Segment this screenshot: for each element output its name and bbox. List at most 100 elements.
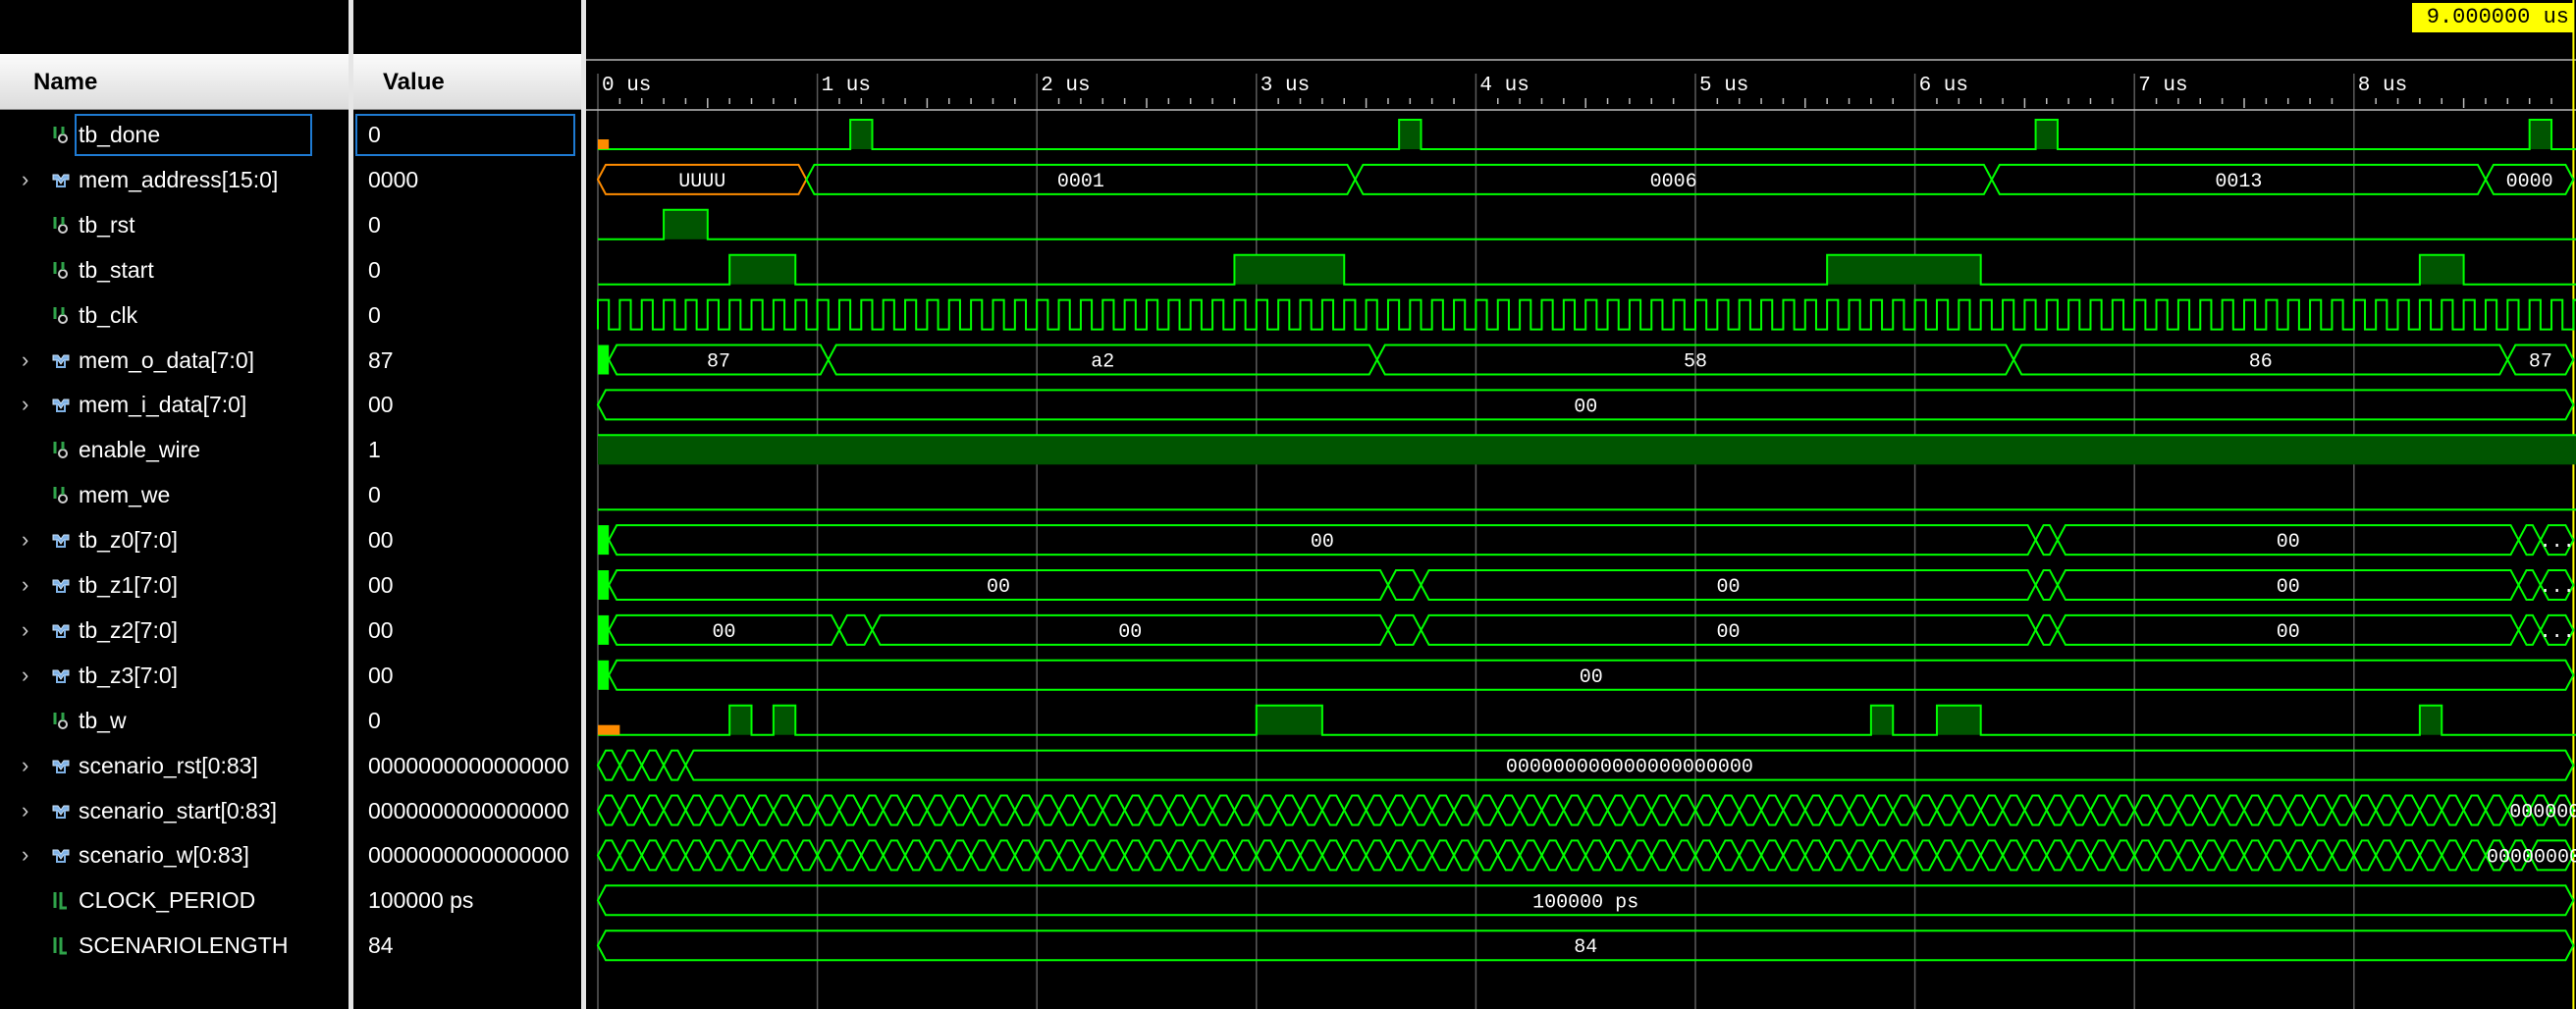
signal-row-0[interactable]: tb_done — [0, 112, 349, 157]
bus-value-label: 00 — [2277, 576, 2300, 599]
chevron-right-icon[interactable]: › — [22, 832, 28, 877]
waveform-12[interactable]: 00 — [598, 659, 2575, 691]
signal-row-2[interactable]: tb_rst — [0, 202, 349, 247]
signal-row-12[interactable]: › tb_z3[7:0] — [0, 653, 349, 698]
bus-segment — [2286, 839, 2312, 872]
bus-segment — [794, 839, 819, 872]
signal-row-13[interactable]: tb_w — [0, 698, 349, 743]
bus-segment — [1496, 839, 1522, 872]
bus-segment — [1145, 794, 1170, 826]
bus-value-label: 00 — [1580, 666, 1603, 689]
waveform-5[interactable]: 87 a2 58 86 87 — [598, 344, 2575, 376]
bus-segment — [947, 839, 973, 872]
bus-segment — [2199, 794, 2224, 826]
signal-name: SCENARIOLENGTH — [79, 932, 289, 959]
bus-segment — [837, 794, 863, 826]
bus-segment — [1540, 839, 1565, 872]
signal-value-6: 00 — [368, 392, 394, 418]
chevron-right-icon[interactable]: › — [22, 788, 28, 833]
signal-row-10[interactable]: › tb_z1[7:0] — [0, 562, 349, 608]
waveform-16[interactable]: 00000000... — [596, 839, 2576, 872]
waveform-7[interactable] — [598, 434, 2576, 465]
bus-segment — [1759, 794, 1785, 826]
waveform-15[interactable]: 000000... — [596, 794, 2576, 826]
bus-segment — [2155, 794, 2180, 826]
bus-segment — [2242, 794, 2268, 826]
bit-high-mark — [1936, 705, 1981, 735]
waveform-1[interactable]: UUUU 0001 0006 0013 0000 — [596, 163, 2575, 195]
value-column-header[interactable]: Value — [353, 54, 581, 110]
waveform-17[interactable]: 100000 ps — [596, 884, 2575, 917]
signal-row-6[interactable]: › mem_i_data[7:0] — [0, 382, 349, 427]
bit-high-mark — [729, 705, 752, 735]
bus-signal-icon — [52, 534, 70, 549]
waveform-4[interactable] — [597, 298, 2576, 331]
bit-high-mark — [598, 435, 2576, 465]
signal-row-3[interactable]: tb_start — [0, 247, 349, 292]
bus-value-label: 0000 — [2506, 171, 2553, 193]
bus-segment — [2462, 839, 2488, 872]
bus-value-label: 84 — [1574, 936, 1597, 959]
waveform-0[interactable] — [598, 119, 2576, 150]
waveform-10[interactable]: 00 00 00... — [598, 569, 2575, 601]
bus-segment — [2001, 794, 2026, 826]
waveform-11[interactable]: 00 00 00 00... — [598, 613, 2575, 646]
bus-segment — [1233, 794, 1258, 826]
signal-row-11[interactable]: › tb_z2[7:0] — [0, 608, 349, 653]
chevron-right-icon[interactable]: › — [22, 743, 28, 788]
signal-row-18[interactable]: SCENARIOLENGTH — [0, 923, 349, 968]
waveform-18[interactable]: 84 — [596, 929, 2575, 962]
bus-segment — [2308, 794, 2334, 826]
waveform-9[interactable]: 00 00... — [598, 524, 2575, 557]
waveform-2[interactable] — [598, 208, 2576, 240]
clock-trace — [597, 298, 2576, 331]
chevron-right-icon[interactable]: › — [22, 517, 28, 562]
bus-segment — [1782, 794, 1806, 826]
waveform-13[interactable] — [598, 704, 2576, 736]
bus-segment — [2001, 839, 2026, 872]
signal-row-8[interactable]: mem_we — [0, 472, 349, 517]
bus-segment — [1913, 794, 1939, 826]
signal-row-16[interactable]: › scenario_w[0:83] — [0, 832, 349, 877]
bus-segment — [1299, 794, 1324, 826]
bus-segment — [2045, 839, 2070, 872]
time-tick-label: 7 us — [2138, 75, 2187, 97]
signal-row-9[interactable]: › tb_z0[7:0] — [0, 517, 349, 562]
signal-row-4[interactable]: tb_clk — [0, 292, 349, 338]
name-column-header[interactable]: Name — [0, 54, 349, 110]
signal-row-7[interactable]: enable_wire — [0, 427, 349, 472]
chevron-right-icon[interactable]: › — [22, 608, 28, 653]
bus-segment — [2034, 524, 2060, 557]
chevron-right-icon[interactable]: › — [22, 562, 28, 608]
bus-segment — [1013, 839, 1039, 872]
signal-row-14[interactable]: › scenario_rst[0:83] — [0, 743, 349, 788]
bus-segment — [2517, 569, 2542, 601]
signal-name: tb_done — [79, 122, 161, 147]
bit-high-mark — [729, 254, 796, 285]
signal-row-1[interactable]: › mem_address[15:0] — [0, 157, 349, 202]
bus-value-label: ... — [2540, 621, 2575, 644]
chevron-right-icon[interactable]: › — [22, 338, 28, 383]
bus-value-label: 87 — [707, 351, 730, 374]
time-tick-label: 8 us — [2358, 75, 2407, 97]
bit-high-mark — [773, 705, 796, 735]
bus-value-label: 0013 — [2215, 171, 2262, 193]
undefined-mark — [598, 139, 610, 149]
bus-segment — [772, 794, 797, 826]
signal-row-17[interactable]: CLOCK_PERIOD — [0, 877, 349, 923]
signal-row-5[interactable]: › mem_o_data[7:0] — [0, 338, 349, 383]
waveform-6[interactable]: 00 — [596, 389, 2575, 421]
chevron-right-icon[interactable]: › — [22, 157, 28, 202]
bus-segment — [1628, 794, 1653, 826]
bus-segment — [2331, 839, 2355, 872]
waveform-14[interactable]: 000000000000000000000 — [596, 749, 2575, 781]
signal-value-panel: Value 0 0000 0 0 0 87 00 1 0 00 00 00 00 0 00000000000… — [353, 0, 581, 1009]
signal-row-15[interactable]: › scenario_start[0:83] — [0, 788, 349, 833]
bit-high-mark — [1870, 705, 1894, 735]
chevron-right-icon[interactable]: › — [22, 653, 28, 698]
bus-signal-icon — [52, 669, 70, 683]
waveform-canvas[interactable]: 0 us 1 us 2 us 3 us 4 us 5 us 6 us 7 us 8 us UUUU… — [586, 0, 2576, 1009]
bit-trace — [598, 253, 2576, 286]
chevron-right-icon[interactable]: › — [22, 382, 28, 427]
waveform-3[interactable] — [598, 253, 2576, 286]
